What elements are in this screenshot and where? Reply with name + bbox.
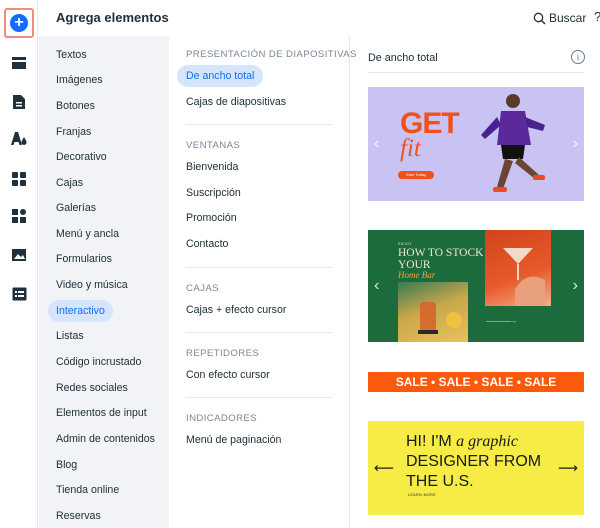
section-heading-windows: VENTANAS: [186, 140, 241, 151]
panel-title: Agrega elementos: [56, 10, 169, 25]
category-item[interactable]: Decorativo: [48, 146, 115, 168]
business-button[interactable]: [4, 201, 34, 231]
category-item[interactable]: Textos: [48, 44, 95, 66]
arrow-left-icon: ⟵: [374, 459, 395, 476]
section-heading-indicators: INDICADORES: [186, 413, 258, 424]
category-item[interactable]: Redes sociales: [48, 377, 136, 399]
sections-icon: [12, 57, 26, 69]
card-subline: Home Bar: [398, 270, 436, 280]
chevron-left-icon: ‹: [374, 277, 380, 294]
category-item[interactable]: Elementos de input: [48, 402, 155, 424]
info-icon[interactable]: i: [571, 50, 585, 64]
search-label: Buscar: [549, 11, 587, 25]
category-item[interactable]: Botones: [48, 95, 103, 117]
category-item[interactable]: Franjas: [48, 121, 99, 143]
left-icon-rail: +: [0, 0, 38, 528]
search-icon: [533, 12, 546, 24]
category-item[interactable]: Tienda online: [48, 479, 127, 501]
sub-item[interactable]: Con efecto cursor: [177, 364, 279, 386]
sections-button[interactable]: [4, 48, 34, 78]
chevron-right-icon: ›: [572, 277, 578, 294]
sub-item[interactable]: Menú de paginación: [177, 429, 290, 451]
slideshow-preview-homebar[interactable]: ‹ ENJOY HOW TO STOCK YOUR Home Bar ————→…: [368, 230, 584, 342]
slideshow-preview-fitness[interactable]: ‹ GET fit Start Today ›: [368, 87, 584, 201]
page-icon: [13, 95, 25, 109]
card-arrow: ————→: [486, 318, 517, 325]
puzzle-icon: [12, 209, 26, 223]
plus-circle-icon: +: [10, 14, 28, 32]
section-divider: [186, 267, 332, 268]
category-item-interactivo[interactable]: Interactivo: [48, 300, 113, 322]
table-icon: [12, 287, 26, 301]
category-item[interactable]: Reservas: [48, 505, 109, 527]
card-kicker: ENJOY: [398, 242, 413, 246]
chevron-right-icon: ›: [572, 135, 578, 152]
section-heading-boxes: CAJAS: [186, 283, 219, 294]
help-button[interactable]: ?: [594, 9, 600, 24]
sub-item[interactable]: Suscripción: [177, 182, 250, 204]
section-heading-slideshows: PRESENTACIÓN DE DIAPOSITIVAS: [186, 49, 357, 60]
pages-button[interactable]: [4, 87, 34, 117]
card-cta: LEARN MORE: [408, 493, 437, 497]
category-item[interactable]: Blog: [48, 454, 85, 476]
sub-item[interactable]: Contacto: [177, 233, 237, 255]
sub-item[interactable]: Cajas + efecto cursor: [177, 299, 295, 321]
design-button[interactable]: [4, 124, 34, 154]
slideshow-preview-designer[interactable]: ⟵ HI! I'M a graphic DESIGNER FROM THE U.S…: [368, 421, 584, 515]
subcategory-list: PRESENTACIÓN DE DIAPOSITIVAS De ancho to…: [170, 36, 356, 528]
category-item[interactable]: Listas: [48, 325, 92, 347]
category-item[interactable]: Código incrustado: [48, 351, 149, 373]
apps-button[interactable]: [4, 164, 34, 194]
media-button[interactable]: [4, 240, 34, 270]
category-item[interactable]: Imágenes: [48, 69, 111, 91]
sub-item-full-width[interactable]: De ancho total: [177, 65, 264, 87]
section-heading-repeaters: REPETIDORES: [186, 348, 260, 359]
card-subline: fit: [400, 135, 421, 162]
sub-item[interactable]: Cajas de diapositivas: [177, 91, 295, 113]
preview-panel: De ancho total i ‹ GET fit Start Today ›…: [351, 36, 600, 528]
preview-title: De ancho total: [368, 52, 438, 64]
apps-grid-icon: [12, 172, 26, 186]
arrow-right-icon: ⟶: [557, 459, 578, 476]
category-item[interactable]: Admin de contenidos: [48, 428, 163, 450]
category-item[interactable]: Menú y ancla: [48, 223, 127, 245]
cocktail-photo: [398, 282, 468, 342]
category-list: Textos Imágenes Botones Franjas Decorati…: [39, 36, 169, 528]
slideshow-preview-sale-banner[interactable]: SALE • SALE • SALE • SALE: [368, 372, 584, 392]
martini-photo: [485, 230, 551, 306]
theme-icon: [11, 132, 27, 145]
category-item[interactable]: Video y música: [48, 274, 136, 296]
chevron-left-icon: ‹: [374, 135, 380, 152]
card-button: Start Today: [398, 171, 434, 179]
category-item[interactable]: Cajas: [48, 172, 91, 194]
preview-divider: [368, 72, 584, 73]
section-divider: [186, 332, 332, 333]
add-elements-button[interactable]: +: [4, 8, 34, 38]
section-divider: [186, 397, 332, 398]
cms-button[interactable]: [4, 279, 34, 309]
runner-image: [481, 94, 545, 192]
search-button[interactable]: Buscar: [533, 9, 586, 27]
card-headline: HOW TO STOCK YOUR: [398, 247, 484, 271]
category-item[interactable]: Formularios: [48, 248, 120, 270]
section-divider: [186, 124, 332, 125]
sub-item[interactable]: Bienvenida: [177, 156, 247, 178]
category-item[interactable]: Galerías: [48, 197, 104, 219]
card-headline: HI! I'M a graphic DESIGNER FROM THE U.S.: [406, 433, 542, 490]
image-icon: [12, 249, 26, 261]
sub-item[interactable]: Promoción: [177, 207, 246, 229]
panel-header: Agrega elementos Buscar ? ✕: [38, 0, 600, 36]
